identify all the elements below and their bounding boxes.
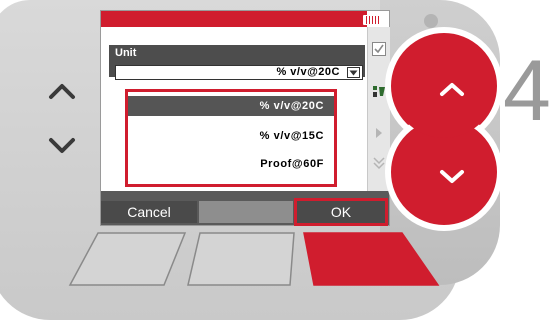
unit-options-list: % v/v@20C % v/v@15C Proof@60F xyxy=(125,89,337,187)
unit-select[interactable]: % v/v@20C xyxy=(115,65,363,80)
dialog-title: Unit xyxy=(115,47,137,59)
unit-option[interactable]: % v/v@20C xyxy=(128,96,334,116)
unit-dialog: Unit % v/v@20C % v/v@20C % v/v@15C Proof… xyxy=(109,45,365,187)
middle-key[interactable] xyxy=(186,232,296,286)
cancel-button[interactable]: Cancel xyxy=(101,201,197,223)
status-bar xyxy=(101,11,367,27)
middle-softkey[interactable] xyxy=(199,201,293,223)
battery-icon xyxy=(363,15,381,25)
display-screen: Unit % v/v@20C % v/v@20C % v/v@15C Proof… xyxy=(100,10,390,226)
unit-option[interactable]: Proof@60F xyxy=(128,154,334,174)
left-softkey[interactable] xyxy=(68,232,188,286)
up-arrow-button[interactable] xyxy=(430,74,474,104)
navigation-pad xyxy=(385,27,503,231)
dialog-header: Unit % v/v@20C xyxy=(109,45,365,80)
ok-button[interactable]: OK xyxy=(294,198,388,226)
step-number: 4 xyxy=(503,43,551,139)
unit-option[interactable]: % v/v@15C xyxy=(128,126,334,146)
unit-select-value: % v/v@20C xyxy=(276,66,340,78)
right-softkey[interactable] xyxy=(302,232,440,286)
down-arrow-button[interactable] xyxy=(430,162,474,192)
chevron-down-icon[interactable] xyxy=(42,131,82,161)
chevron-up-icon[interactable] xyxy=(42,76,82,106)
dropdown-arrow-icon[interactable] xyxy=(347,67,360,78)
